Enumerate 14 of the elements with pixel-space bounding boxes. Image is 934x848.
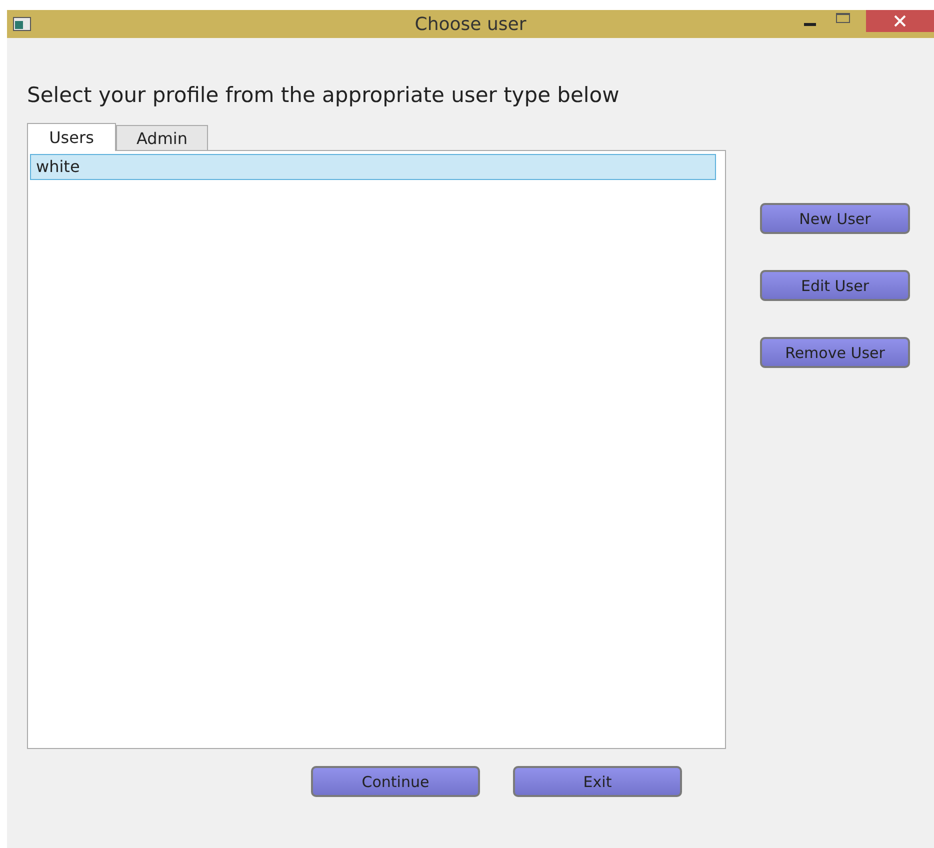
instruction-text: Select your profile from the appropriate user type below	[27, 83, 620, 109]
dialog-button[interactable]: Continue	[311, 766, 480, 797]
window-title: Choose user	[414, 14, 526, 34]
tab[interactable]: Users	[27, 123, 116, 151]
maximize-icon[interactable]	[836, 13, 850, 23]
app-icon	[13, 17, 31, 31]
user-action-button[interactable]: Edit User	[760, 270, 910, 301]
tab[interactable]: Admin	[116, 125, 208, 150]
user-action-button[interactable]: Remove User	[760, 337, 910, 368]
dialog-button[interactable]: Exit	[513, 766, 682, 797]
close-icon	[893, 15, 907, 27]
user-action-button[interactable]: New User	[760, 203, 910, 234]
close-button[interactable]	[866, 10, 934, 32]
user-list-item[interactable]: white	[30, 154, 716, 180]
